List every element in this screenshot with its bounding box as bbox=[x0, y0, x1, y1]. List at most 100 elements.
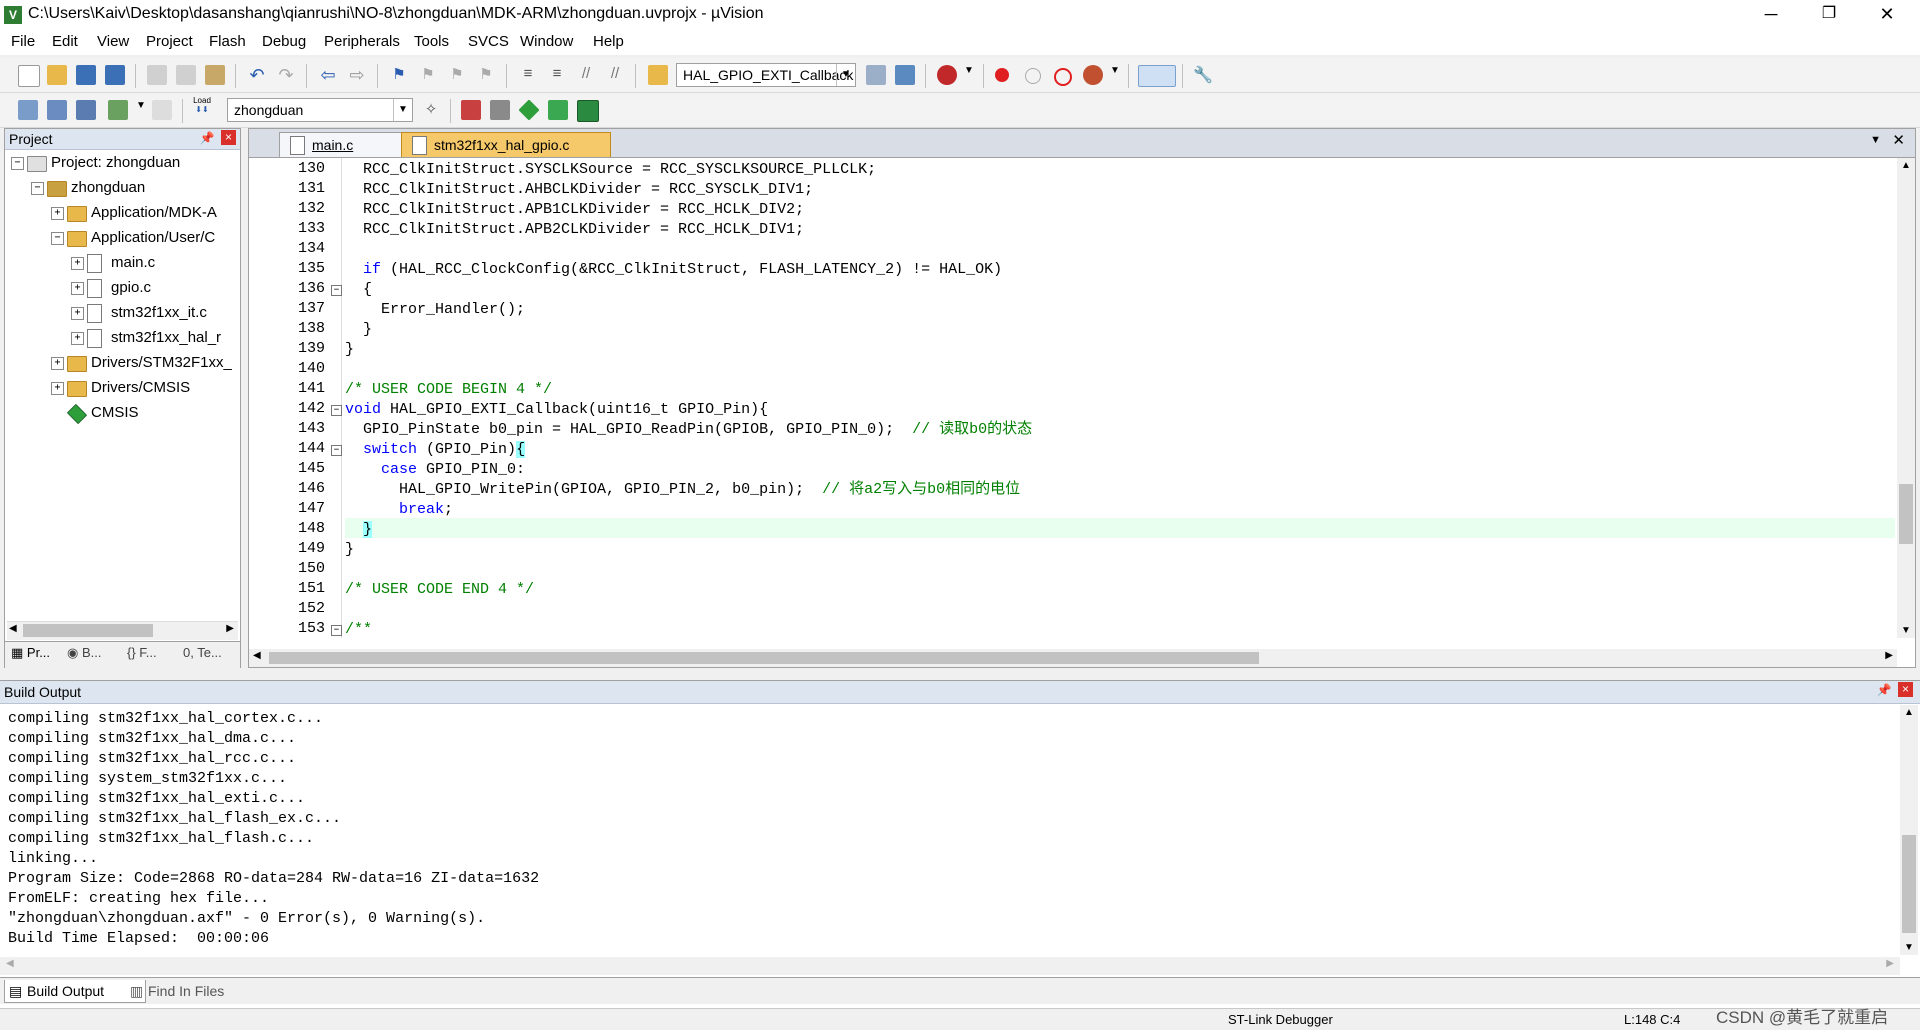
tab-main-c[interactable]: main.c bbox=[279, 132, 405, 157]
code-line[interactable]: { bbox=[345, 280, 372, 300]
rebuild-icon[interactable] bbox=[76, 100, 96, 120]
scroll-up-icon[interactable]: ▲ bbox=[1901, 160, 1911, 171]
code-line[interactable]: RCC_ClkInitStruct.APB2CLKDivider = RCC_H… bbox=[345, 220, 804, 240]
expand-icon[interactable]: + bbox=[71, 307, 84, 320]
close-button[interactable]: ✕ bbox=[1858, 0, 1916, 30]
tree-item[interactable]: − Application/User/C bbox=[5, 226, 238, 250]
fold-toggle-icon[interactable]: − bbox=[331, 405, 342, 416]
close-icon[interactable]: × bbox=[221, 130, 236, 145]
stop-build-icon[interactable] bbox=[152, 100, 172, 120]
menu-view[interactable]: View bbox=[97, 33, 129, 50]
code-line[interactable]: RCC_ClkInitStruct.APB1CLKDivider = RCC_H… bbox=[345, 200, 804, 220]
target-options-icon[interactable]: ✧ bbox=[421, 100, 441, 120]
find-in-files-icon[interactable] bbox=[648, 65, 668, 85]
code-line[interactable]: } bbox=[345, 520, 373, 540]
tab-build-output[interactable]: ▤ Build Output bbox=[4, 980, 146, 1003]
download-load-icon[interactable]: Load ⬇⬇ bbox=[192, 96, 212, 116]
tree-item[interactable]: + gpio.c bbox=[5, 276, 238, 300]
uvision-app-icon[interactable]: V bbox=[4, 6, 22, 24]
unindent-icon[interactable]: ≡ bbox=[547, 65, 567, 85]
window-layout-icon[interactable] bbox=[1138, 65, 1176, 87]
chevron-down-icon[interactable]: ▼ bbox=[959, 65, 979, 85]
batch-build-icon[interactable] bbox=[108, 100, 128, 120]
scrollbar-thumb[interactable] bbox=[1902, 835, 1916, 933]
tab-templates[interactable]: 0, Te... bbox=[183, 645, 222, 660]
code-line[interactable]: if (HAL_RCC_ClockConfig(&RCC_ClkInitStru… bbox=[345, 260, 1002, 280]
code-line[interactable]: GPIO_PinState b0_pin = HAL_GPIO_ReadPin(… bbox=[345, 420, 1032, 440]
close-tab-icon[interactable]: ✕ bbox=[1892, 131, 1905, 149]
tab-project[interactable]: ▦ Pr... bbox=[11, 645, 50, 661]
manage-rte-icon[interactable] bbox=[518, 99, 540, 121]
code-line[interactable]: /** bbox=[345, 620, 372, 638]
expand-icon[interactable]: + bbox=[51, 207, 64, 220]
fold-toggle-icon[interactable]: − bbox=[331, 285, 342, 296]
chevron-down-icon[interactable]: ▼ bbox=[131, 100, 151, 120]
menu-help[interactable]: Help bbox=[593, 33, 624, 50]
menu-tools[interactable]: Tools bbox=[414, 33, 449, 50]
fold-toggle-icon[interactable]: − bbox=[331, 445, 342, 456]
find-icon[interactable] bbox=[866, 65, 886, 85]
undo-icon[interactable]: ↶ bbox=[247, 65, 267, 85]
tree-item[interactable]: + Application/MDK-A bbox=[5, 201, 238, 225]
collapse-icon[interactable]: − bbox=[31, 182, 44, 195]
scrollbar-thumb[interactable] bbox=[1899, 484, 1913, 544]
scroll-right-icon[interactable]: ▶ bbox=[1886, 958, 1894, 969]
menu-flash[interactable]: Flash bbox=[209, 33, 246, 50]
project-horizontal-scrollbar[interactable]: ◀ ▶ bbox=[7, 621, 238, 640]
find-combo[interactable]: HAL_GPIO_EXTI_Callback ▼ bbox=[676, 63, 856, 87]
tree-item[interactable]: − Project: zhongduan bbox=[5, 151, 238, 175]
menu-svcs[interactable]: SVCS bbox=[468, 33, 509, 50]
collapse-icon[interactable]: − bbox=[11, 157, 24, 170]
comment-icon[interactable]: // bbox=[576, 65, 596, 85]
menu-file[interactable]: File bbox=[11, 33, 35, 50]
code-line[interactable]: } bbox=[345, 540, 354, 560]
menu-peripherals[interactable]: Peripherals bbox=[324, 33, 400, 50]
scroll-down-icon[interactable]: ▼ bbox=[1901, 625, 1911, 636]
scroll-right-icon[interactable]: ▶ bbox=[226, 623, 234, 634]
translate-icon[interactable] bbox=[18, 100, 38, 120]
kill-breakpoints-icon[interactable] bbox=[1054, 68, 1072, 86]
uncomment-icon[interactable]: // bbox=[605, 65, 625, 85]
expand-icon[interactable]: + bbox=[71, 282, 84, 295]
code-line[interactable]: break; bbox=[345, 500, 453, 520]
incremental-find-icon[interactable] bbox=[895, 65, 915, 85]
code-area[interactable]: RCC_ClkInitStruct.SYSCLKSource = RCC_SYS… bbox=[345, 158, 1895, 638]
code-line[interactable]: /* USER CODE BEGIN 4 */ bbox=[345, 380, 552, 400]
disable-breakpoint-icon[interactable] bbox=[1025, 68, 1041, 84]
prev-bookmark-icon[interactable]: ⚑ bbox=[418, 65, 438, 85]
software-pack-icon[interactable] bbox=[577, 100, 599, 122]
editor-vertical-scrollbar[interactable]: ▲ ▼ bbox=[1897, 158, 1915, 638]
build-vertical-scrollbar[interactable]: ▲ ▼ bbox=[1900, 705, 1918, 955]
editor-horizontal-scrollbar[interactable]: ◀ ▶ bbox=[249, 649, 1897, 667]
scroll-up-icon[interactable]: ▲ bbox=[1904, 707, 1914, 718]
tree-item[interactable]: + stm32f1xx_hal_r bbox=[5, 326, 238, 350]
wrench-icon[interactable]: 🔧 bbox=[1193, 65, 1213, 85]
fold-toggle-icon[interactable]: − bbox=[331, 625, 342, 636]
expand-icon[interactable]: + bbox=[71, 332, 84, 345]
menu-edit[interactable]: Edit bbox=[52, 33, 78, 50]
chevron-down-icon[interactable]: ▼ bbox=[1105, 65, 1125, 85]
code-line[interactable]: HAL_GPIO_WritePin(GPIOA, GPIO_PIN_2, b0_… bbox=[345, 480, 1020, 500]
expand-icon[interactable]: + bbox=[51, 382, 64, 395]
code-line[interactable]: /* USER CODE END 4 */ bbox=[345, 580, 534, 600]
tree-item[interactable]: + stm32f1xx_it.c bbox=[5, 301, 238, 325]
collapse-icon[interactable]: − bbox=[51, 232, 64, 245]
tab-find-in-files[interactable]: ▥ Find In Files bbox=[126, 980, 224, 1002]
code-line[interactable]: } bbox=[345, 340, 354, 360]
paste-icon[interactable] bbox=[205, 65, 225, 85]
menu-project[interactable]: Project bbox=[146, 33, 193, 50]
scroll-left-icon[interactable]: ◀ bbox=[253, 650, 261, 661]
debug-session-icon[interactable] bbox=[937, 65, 957, 85]
tree-item[interactable]: + main.c bbox=[5, 251, 238, 275]
scrollbar-thumb[interactable] bbox=[23, 624, 153, 637]
cut-icon[interactable] bbox=[147, 65, 167, 85]
chevron-down-icon[interactable]: ▼ bbox=[836, 64, 855, 86]
pin-icon[interactable]: 📌 bbox=[1876, 682, 1892, 698]
code-line[interactable]: RCC_ClkInitStruct.SYSCLKSource = RCC_SYS… bbox=[345, 160, 876, 180]
code-line[interactable]: Error_Handler(); bbox=[345, 300, 525, 320]
clear-bookmarks-icon[interactable]: ⚑ bbox=[476, 65, 496, 85]
expand-icon[interactable]: + bbox=[71, 257, 84, 270]
manage-project-items-icon[interactable] bbox=[461, 100, 481, 120]
scroll-right-icon[interactable]: ▶ bbox=[1885, 650, 1893, 661]
scroll-down-icon[interactable]: ▼ bbox=[1904, 942, 1914, 953]
